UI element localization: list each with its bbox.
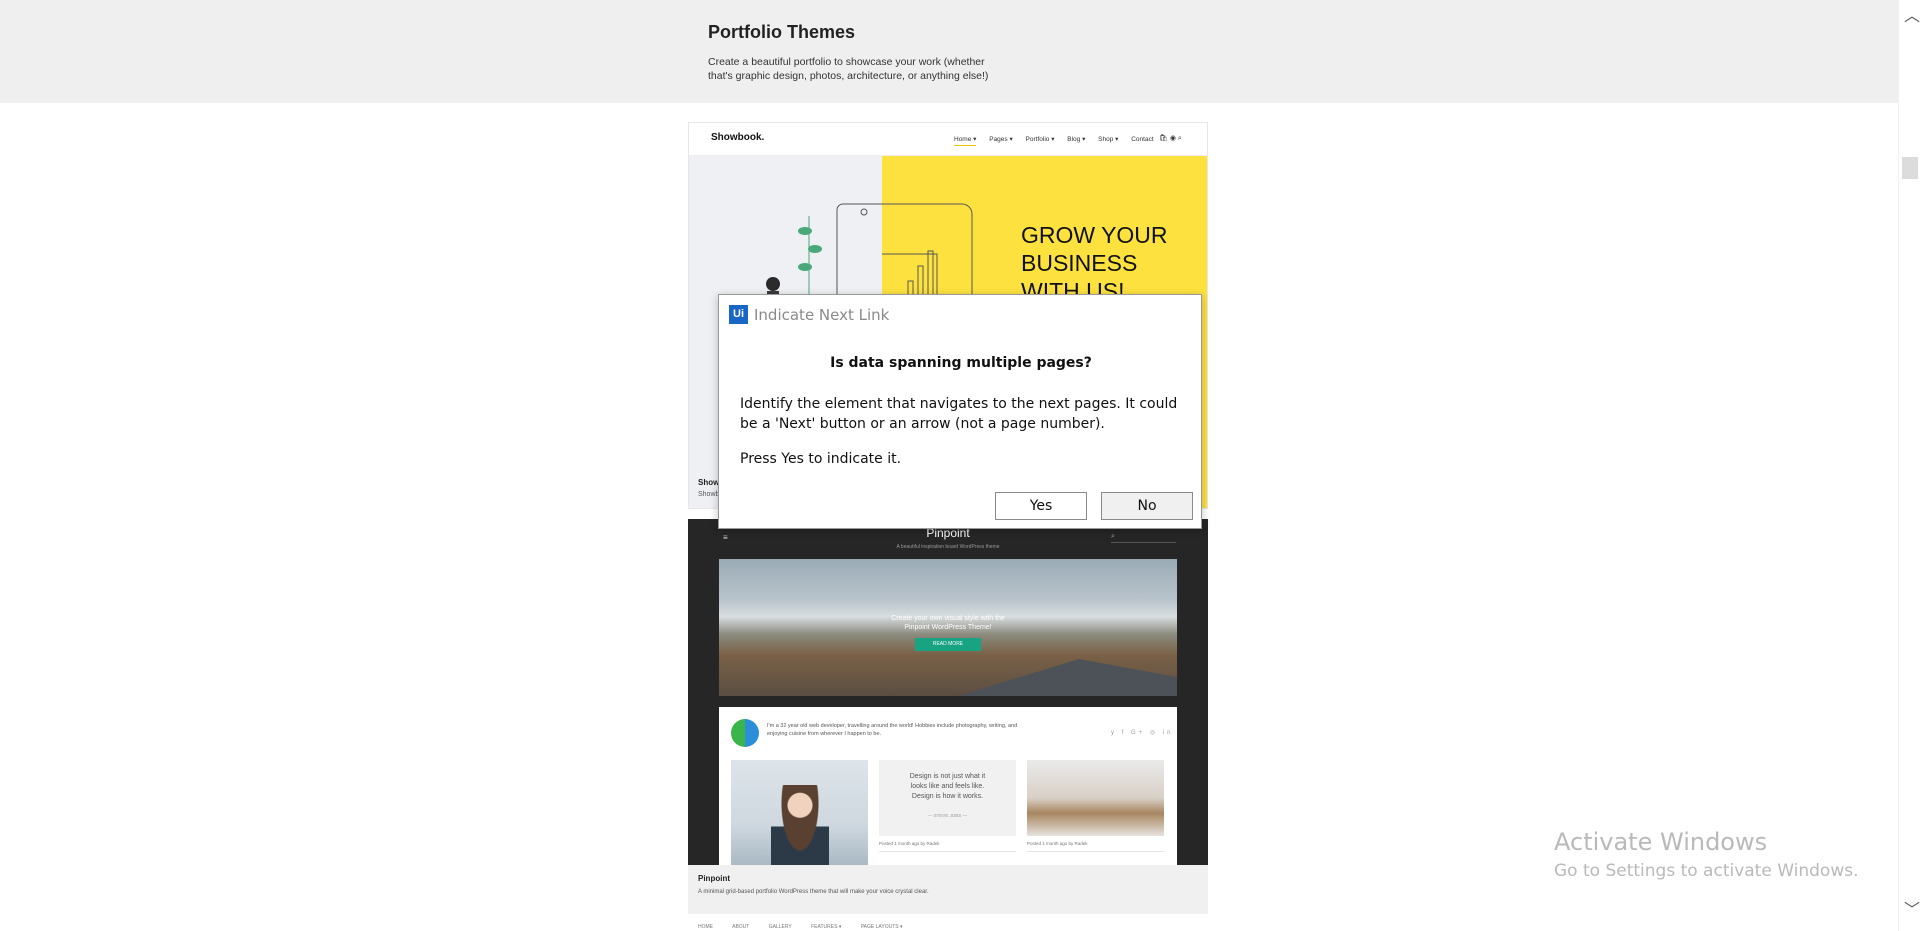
pinpoint-quote-author: — STEVE JOBS — xyxy=(927,813,968,818)
divider xyxy=(879,851,1016,852)
showbook-caption-sub: Showb xyxy=(698,491,720,498)
pinpoint-quote-tile: Design is not just what it looks like an… xyxy=(879,760,1016,836)
next-theme-nav-item: FEATURES ▾ xyxy=(811,924,842,930)
next-theme-nav-item: ABOUT xyxy=(732,924,750,930)
scroll-up-arrow-icon[interactable]: ︿ xyxy=(1904,2,1920,26)
pinpoint-post-meta: Posted 1 month ago by Radek xyxy=(1027,841,1088,846)
scroll-down-arrow-icon[interactable]: ﹀ xyxy=(1904,896,1920,920)
showbook-caption-title: Show xyxy=(698,478,720,487)
next-theme-nav-peek: HOME ABOUT GALLERY FEATURES ▾ PAGE LAYOU… xyxy=(698,924,1118,930)
pinpoint-quote-text: Design is not just what it looks like an… xyxy=(879,772,1016,802)
pinpoint-caption-sub: A minimal grid-based portfolio WordPress… xyxy=(698,889,929,895)
activate-windows-watermark-title: Activate Windows xyxy=(1554,828,1768,856)
dialog-body-text: Identify the element that navigates to t… xyxy=(740,396,1178,432)
pinpoint-bio: I'm a 32 year old web developer, travell… xyxy=(767,723,1018,737)
showbook-nav-home: Home ▾ xyxy=(954,136,977,146)
header-band xyxy=(0,0,1898,103)
pinpoint-search-icon: ⌕ xyxy=(1111,533,1176,543)
dialog-question: Is data spanning multiple pages? xyxy=(830,355,1092,371)
showbook-navbar: Showbook. Home ▾ Pages ▾ Portfolio ▾ Blo… xyxy=(689,123,1207,156)
activate-windows-watermark-subtitle: Go to Settings to activate Windows. xyxy=(1554,861,1859,881)
pinpoint-photo-tile xyxy=(731,760,868,865)
indicate-next-link-dialog: Ui Indicate Next Link Is data spanning m… xyxy=(718,294,1202,529)
divider xyxy=(1027,851,1164,852)
pinpoint-interior-photo-tile xyxy=(1027,760,1164,836)
vertical-scrollbar[interactable]: ︿ ﹀ xyxy=(1898,0,1920,931)
showbook-headline-line-1: GROW YOUR xyxy=(1021,222,1168,248)
next-theme-nav-item: HOME xyxy=(698,924,713,930)
showbook-menu: Home ▾ Pages ▾ Portfolio ▾ Blog ▾ Shop ▾… xyxy=(954,135,1165,146)
showbook-nav-blog: Blog ▾ xyxy=(1067,136,1086,143)
pinpoint-theme-card[interactable]: ≡ Pinpoint A beautiful inspiration board… xyxy=(688,519,1208,865)
pinpoint-quote-line-2: looks like and feels like. xyxy=(910,783,985,790)
pinpoint-tagline: A beautiful inspiration board WordPress … xyxy=(896,544,1000,550)
pinpoint-road-shape xyxy=(959,659,1177,696)
pinpoint-post-meta: Posted 1 month ago by Radek xyxy=(879,841,940,846)
page-description: Create a beautiful portfolio to showcase… xyxy=(708,56,989,82)
scroll-thumb[interactable] xyxy=(1902,157,1918,179)
pinpoint-hero-text-line-2: Pinpoint WordPress Theme! xyxy=(904,624,992,631)
pinpoint-hero-text: Create your own visual style with the Pi… xyxy=(719,614,1177,632)
showbook-nav-contact: Contact xyxy=(1131,136,1154,143)
showbook-headline-line-2: BUSINESS xyxy=(1021,250,1138,276)
pinpoint-social-icons: y f G+ ◎ in xyxy=(1111,730,1174,736)
pinpoint-quote-line-1: Design is not just what it xyxy=(909,773,986,780)
showbook-nav-shop: Shop ▾ xyxy=(1098,136,1119,143)
dialog-instruction: Press Yes to indicate it. xyxy=(740,451,902,467)
pinpoint-caption-title: Pinpoint xyxy=(698,874,730,883)
pinpoint-person-photo xyxy=(771,785,829,865)
pinpoint-avatar xyxy=(731,719,759,747)
no-button[interactable]: No xyxy=(1101,492,1193,520)
yes-button[interactable]: Yes xyxy=(995,492,1087,520)
showbook-cart-user-search-icon: 🛍 ◉ ⌕ xyxy=(1159,135,1182,142)
showbook-logo: Showbook. xyxy=(711,132,765,143)
pinpoint-hero-text-line-1: Create your own visual style with the xyxy=(891,615,1005,622)
pinpoint-quote-line-3: Design is how it works. xyxy=(911,793,984,800)
page-title: Portfolio Themes xyxy=(708,22,856,42)
dialog-title: Indicate Next Link xyxy=(754,306,890,324)
showbook-nav-portfolio: Portfolio ▾ xyxy=(1025,136,1055,143)
next-theme-nav-item: PAGE LAYOUTS ▾ xyxy=(860,924,903,930)
pinpoint-read-more-button: READ MORE xyxy=(915,638,981,651)
showbook-nav-pages: Pages ▾ xyxy=(989,136,1013,143)
showbook-headline: GROW YOUR BUSINESS WITH US! xyxy=(1021,221,1168,305)
next-theme-nav-item: GALLERY xyxy=(768,924,792,930)
pinpoint-hero-image: Create your own visual style with the Pi… xyxy=(719,559,1177,696)
pinpoint-content-panel: I'm a 32 year old web developer, travell… xyxy=(719,707,1177,865)
uipath-logo-icon: Ui xyxy=(729,305,748,324)
